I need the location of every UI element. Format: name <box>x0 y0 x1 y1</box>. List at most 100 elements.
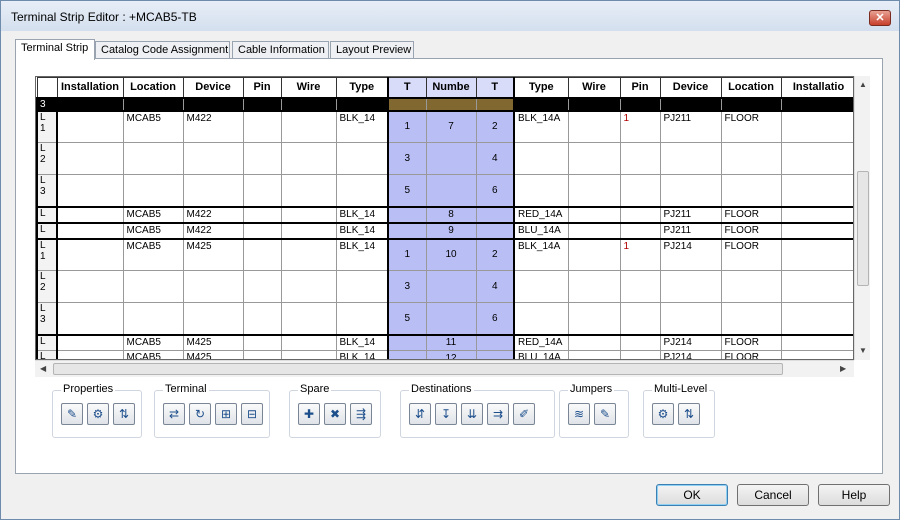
grid-cell[interactable] <box>780 174 853 207</box>
reverse-icon[interactable]: ↻ <box>189 403 211 425</box>
grid-cell[interactable] <box>425 142 477 175</box>
grid-cell[interactable] <box>619 221 661 239</box>
vertical-scrollbar[interactable]: ▲ ▼ <box>854 76 870 360</box>
tab-cable-information[interactable]: Cable Information <box>232 41 329 59</box>
grid-cell[interactable]: 4 <box>475 270 515 303</box>
grid-cell[interactable]: 12 <box>425 350 477 359</box>
grid-cell[interactable] <box>567 237 621 271</box>
grid-cell[interactable]: PJ214 <box>659 237 722 271</box>
grid-cell[interactable]: MCAB5 <box>122 333 184 351</box>
row-header[interactable]: L <box>36 205 58 223</box>
grid-cell[interactable]: M425 <box>182 333 244 351</box>
grid-cell[interactable] <box>122 142 184 175</box>
grid-cell[interactable]: BLK_14A <box>513 109 569 143</box>
grid-cell[interactable] <box>335 97 389 111</box>
grid-cell[interactable]: 3 <box>387 270 427 303</box>
dest-3-icon[interactable]: ⇊ <box>461 403 483 425</box>
grid-cell[interactable]: 9 <box>425 221 477 239</box>
grid-cell[interactable] <box>475 97 515 111</box>
grid-cell[interactable] <box>780 142 853 175</box>
grid-cell[interactable]: M422 <box>182 205 244 223</box>
grid-cell[interactable] <box>475 350 515 359</box>
grid-cell[interactable] <box>242 237 282 271</box>
grid-cell[interactable] <box>56 97 124 111</box>
row-header[interactable]: L 3 <box>36 174 58 207</box>
grid-cell[interactable]: BLU_14A <box>513 350 569 359</box>
scroll-up-icon[interactable]: ▲ <box>859 80 867 89</box>
grid-cell[interactable] <box>56 109 124 143</box>
grid-cell[interactable] <box>182 97 244 111</box>
grid-cell[interactable] <box>387 205 427 223</box>
grid-cell[interactable] <box>619 333 661 351</box>
grid-cell[interactable] <box>619 270 661 303</box>
grid-cell[interactable] <box>619 97 661 111</box>
grid-cell[interactable] <box>513 174 569 207</box>
grid-cell[interactable] <box>659 97 722 111</box>
grid-cell[interactable] <box>335 142 389 175</box>
tab-terminal-strip[interactable]: Terminal Strip <box>15 39 95 60</box>
grid-cell[interactable]: M422 <box>182 109 244 143</box>
grid-cell[interactable] <box>780 302 853 335</box>
column-header[interactable]: Device <box>182 77 244 99</box>
grid-cell[interactable]: 10 <box>425 237 477 271</box>
dest-2-icon[interactable]: ↧ <box>435 403 457 425</box>
row-header[interactable]: L 3 <box>36 302 58 335</box>
grid-cell[interactable] <box>242 350 282 359</box>
vertical-scroll-thumb[interactable] <box>857 171 869 286</box>
grid-cell[interactable]: MCAB5 <box>122 221 184 239</box>
grid-cell[interactable] <box>280 97 337 111</box>
grid-cell[interactable] <box>720 142 782 175</box>
grid-cell[interactable] <box>659 302 722 335</box>
grid-cell[interactable] <box>780 270 853 303</box>
row-header[interactable]: L 1 <box>36 237 58 271</box>
column-header[interactable]: Location <box>122 77 184 99</box>
grid-cell[interactable] <box>567 205 621 223</box>
grid-cell[interactable] <box>513 302 569 335</box>
grid-cell[interactable]: RED_14A <box>513 205 569 223</box>
grid-cell[interactable]: FLOOR <box>720 205 782 223</box>
grid-cell[interactable]: PJ214 <box>659 350 722 359</box>
grid-cell[interactable] <box>242 174 282 207</box>
grid-cell[interactable] <box>659 270 722 303</box>
grid-cell[interactable] <box>280 350 337 359</box>
grid-cell[interactable] <box>122 270 184 303</box>
grid-cell[interactable] <box>619 302 661 335</box>
tab-layout-preview[interactable]: Layout Preview <box>330 41 414 59</box>
grid-cell[interactable]: BLK_14 <box>335 221 389 239</box>
grid-cell[interactable] <box>182 174 244 207</box>
grid-cell[interactable] <box>567 221 621 239</box>
grid-cell[interactable]: 3 <box>387 142 427 175</box>
column-header[interactable]: Installation <box>56 77 124 99</box>
grid-cell[interactable] <box>567 302 621 335</box>
grid-cell[interactable]: 1 <box>387 237 427 271</box>
grid-cell[interactable] <box>56 205 124 223</box>
grid-cell[interactable] <box>242 302 282 335</box>
grid-cell[interactable]: BLK_14 <box>335 333 389 351</box>
strip-properties-icon[interactable]: ✎ <box>61 403 83 425</box>
column-header[interactable]: Installatio <box>780 77 853 99</box>
grid-cell[interactable] <box>567 142 621 175</box>
grid-cell[interactable]: 2 <box>475 237 515 271</box>
grid-cell[interactable] <box>387 221 427 239</box>
grid-cell[interactable] <box>619 350 661 359</box>
grid-cell[interactable] <box>619 205 661 223</box>
grid-cell[interactable]: FLOOR <box>720 221 782 239</box>
grid-cell[interactable] <box>122 97 184 111</box>
grid-cell[interactable] <box>242 270 282 303</box>
grid-cell[interactable] <box>122 174 184 207</box>
grid-cell[interactable] <box>659 174 722 207</box>
grid-cell[interactable]: 6 <box>475 174 515 207</box>
grid-cell[interactable] <box>280 205 337 223</box>
grid-cell[interactable] <box>182 270 244 303</box>
grid-cell[interactable] <box>56 333 124 351</box>
grid-cell[interactable] <box>242 142 282 175</box>
grid-cell[interactable]: BLK_14 <box>335 350 389 359</box>
grid-cell[interactable] <box>182 302 244 335</box>
row-header[interactable]: L 2 <box>36 142 58 175</box>
table-row[interactable]: L 2 3 4 <box>36 270 853 303</box>
grid-cell[interactable] <box>780 109 853 143</box>
grid-cell[interactable]: MCAB5 <box>122 205 184 223</box>
grid-cell[interactable] <box>56 302 124 335</box>
dest-4-icon[interactable]: ⇉ <box>487 403 509 425</box>
grid-cell[interactable]: MCAB5 <box>122 109 184 143</box>
